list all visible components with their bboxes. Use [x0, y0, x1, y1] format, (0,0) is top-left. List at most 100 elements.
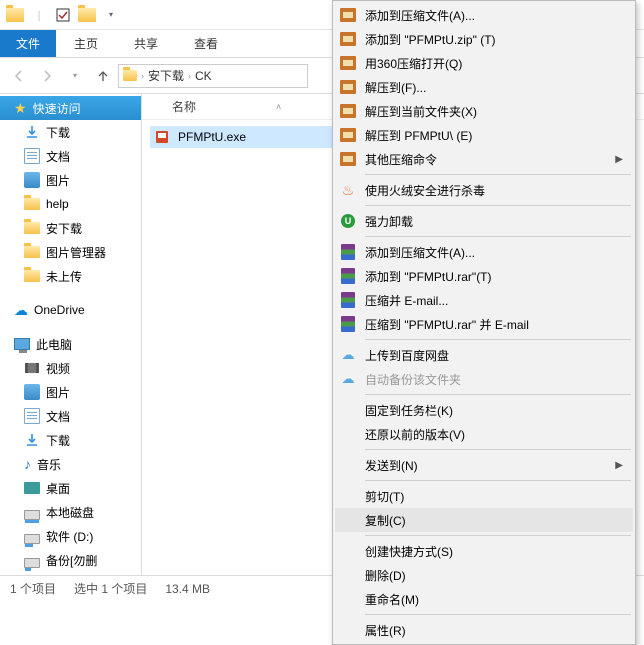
- menu-add-zip[interactable]: 添加到 "PFMPtU.zip" (T): [335, 27, 633, 51]
- checkbox-icon[interactable]: [52, 4, 74, 26]
- context-menu: 添加到压缩文件(A)... 添加到 "PFMPtU.zip" (T) 用360压…: [332, 0, 636, 645]
- status-count: 1 个项目: [10, 580, 56, 597]
- up-button[interactable]: [90, 63, 116, 89]
- breadcrumb-item[interactable]: CK: [195, 69, 212, 83]
- menu-send-to[interactable]: 发送到(N)▶: [335, 453, 633, 477]
- quick-access[interactable]: ★快速访问: [0, 96, 141, 120]
- menu-huorong[interactable]: ♨ 使用火绒安全进行杀毒: [335, 178, 633, 202]
- menu-label: 添加到 "PFMPtU.rar"(T): [365, 268, 492, 285]
- home-tab[interactable]: 主页: [56, 30, 116, 57]
- menu-label: 解压到当前文件夹(X): [365, 103, 477, 120]
- menu-extract-here[interactable]: 解压到当前文件夹(X): [335, 99, 633, 123]
- tree-thispc[interactable]: 此电脑: [0, 332, 141, 356]
- tree-onedrive[interactable]: ☁OneDrive: [0, 298, 141, 322]
- picture-icon: [24, 172, 40, 188]
- archive-icon: [340, 32, 356, 46]
- folder-icon: [24, 222, 40, 234]
- folder-icon: [123, 70, 137, 81]
- tree-music[interactable]: ♪音乐: [0, 452, 141, 476]
- breadcrumb-item[interactable]: 安下载: [148, 67, 184, 84]
- tree-anxz[interactable]: 安下载: [0, 216, 141, 240]
- menu-label: 解压到 PFMPtU\ (E): [365, 127, 472, 144]
- qat-separator: |: [28, 4, 50, 26]
- column-name[interactable]: 名称: [172, 98, 196, 115]
- file-tab[interactable]: 文件: [0, 30, 56, 57]
- menu-label: 还原以前的版本(V): [365, 426, 465, 443]
- folder-icon: [24, 270, 40, 282]
- menu-force-uninstall[interactable]: U强力卸载: [335, 209, 633, 233]
- document-icon: [24, 408, 40, 424]
- address-bar[interactable]: › 安下载 › CK: [118, 64, 308, 88]
- folder-icon: [24, 246, 40, 258]
- recent-dropdown[interactable]: ▾: [62, 63, 88, 89]
- tree-videos[interactable]: 视频: [0, 356, 141, 380]
- view-tab[interactable]: 查看: [176, 30, 236, 57]
- tree-localdisk[interactable]: 本地磁盘: [0, 500, 141, 524]
- menu-label: 使用火绒安全进行杀毒: [365, 182, 485, 199]
- status-size: 13.4 MB: [165, 582, 210, 596]
- menu-add-archive[interactable]: 添加到压缩文件(A)...: [335, 3, 633, 27]
- tree-pictures2[interactable]: 图片: [0, 380, 141, 404]
- tree-label: 软件 (D:): [46, 528, 93, 545]
- tree-label: 未上传: [46, 268, 82, 285]
- menu-other-compress[interactable]: 其他压缩命令▶: [335, 147, 633, 171]
- qat-dropdown[interactable]: ▾: [100, 4, 122, 26]
- menu-label: 添加到压缩文件(A)...: [365, 244, 475, 261]
- menu-delete[interactable]: 删除(D): [335, 563, 633, 587]
- menu-label: 压缩到 "PFMPtU.rar" 并 E-mail: [365, 316, 529, 333]
- menu-label: 重命名(M): [365, 591, 419, 608]
- download-icon: [24, 124, 40, 140]
- tree-label: 图片: [46, 172, 70, 189]
- menu-separator: [365, 449, 631, 450]
- tree-pictures[interactable]: 图片: [0, 168, 141, 192]
- tree-label: 本地磁盘: [46, 504, 94, 521]
- menu-add-archive-2[interactable]: 添加到压缩文件(A)...: [335, 240, 633, 264]
- menu-pin-taskbar[interactable]: 固定到任务栏(K): [335, 398, 633, 422]
- archive-icon: [340, 8, 356, 22]
- tree-backup[interactable]: 备份[勿删: [0, 548, 141, 572]
- menu-label: 剪切(T): [365, 488, 404, 505]
- tree-documents[interactable]: 文档: [0, 144, 141, 168]
- tree-unuploaded[interactable]: 未上传: [0, 264, 141, 288]
- tree-documents2[interactable]: 文档: [0, 404, 141, 428]
- menu-extract-to[interactable]: 解压到(F)...: [335, 75, 633, 99]
- tree-picmgr[interactable]: 图片管理器: [0, 240, 141, 264]
- menu-shortcut[interactable]: 创建快捷方式(S): [335, 539, 633, 563]
- menu-label: 解压到(F)...: [365, 79, 426, 96]
- menu-rename[interactable]: 重命名(M): [335, 587, 633, 611]
- tree-desktop[interactable]: 桌面: [0, 476, 141, 500]
- menu-compress-email[interactable]: 压缩并 E-mail...: [335, 288, 633, 312]
- tree-softd[interactable]: 软件 (D:): [0, 524, 141, 548]
- document-icon: [24, 148, 40, 164]
- menu-copy[interactable]: 复制(C): [335, 508, 633, 532]
- fire-icon: ♨: [339, 181, 357, 199]
- forward-button[interactable]: [34, 63, 60, 89]
- star-icon: ★: [14, 100, 27, 117]
- status-selected: 选中 1 个项目: [74, 580, 147, 597]
- tree-label: 安下载: [46, 220, 82, 237]
- archive-icon: [340, 128, 356, 142]
- menu-cut[interactable]: 剪切(T): [335, 484, 633, 508]
- menu-restore-prev[interactable]: 还原以前的版本(V): [335, 422, 633, 446]
- navigation-tree[interactable]: ★快速访问 下载 文档 图片 help 安下载 图片管理器 未上传 ☁OneDr…: [0, 94, 142, 575]
- menu-label: 上传到百度网盘: [365, 347, 449, 364]
- menu-add-rar[interactable]: 添加到 "PFMPtU.rar"(T): [335, 264, 633, 288]
- menu-open-360[interactable]: 用360压缩打开(Q): [335, 51, 633, 75]
- tree-help[interactable]: help: [0, 192, 141, 216]
- menu-compress-rar-email[interactable]: 压缩到 "PFMPtU.rar" 并 E-mail: [335, 312, 633, 336]
- tree-downloads2[interactable]: 下载: [0, 428, 141, 452]
- tree-downloads[interactable]: 下载: [0, 120, 141, 144]
- menu-separator: [365, 535, 631, 536]
- tree-label: OneDrive: [34, 303, 85, 317]
- archive-icon: [340, 80, 356, 94]
- folder-icon-2[interactable]: [76, 4, 98, 26]
- back-button[interactable]: [6, 63, 32, 89]
- share-tab[interactable]: 共享: [116, 30, 176, 57]
- folder-icon[interactable]: [4, 4, 26, 26]
- menu-auto-backup: ☁自动备份该文件夹: [335, 367, 633, 391]
- menu-properties[interactable]: 属性(R): [335, 618, 633, 642]
- menu-label: 用360压缩打开(Q): [365, 55, 462, 72]
- menu-extract-folder[interactable]: 解压到 PFMPtU\ (E): [335, 123, 633, 147]
- menu-upload-baidu[interactable]: ☁上传到百度网盘: [335, 343, 633, 367]
- picture-icon: [24, 384, 40, 400]
